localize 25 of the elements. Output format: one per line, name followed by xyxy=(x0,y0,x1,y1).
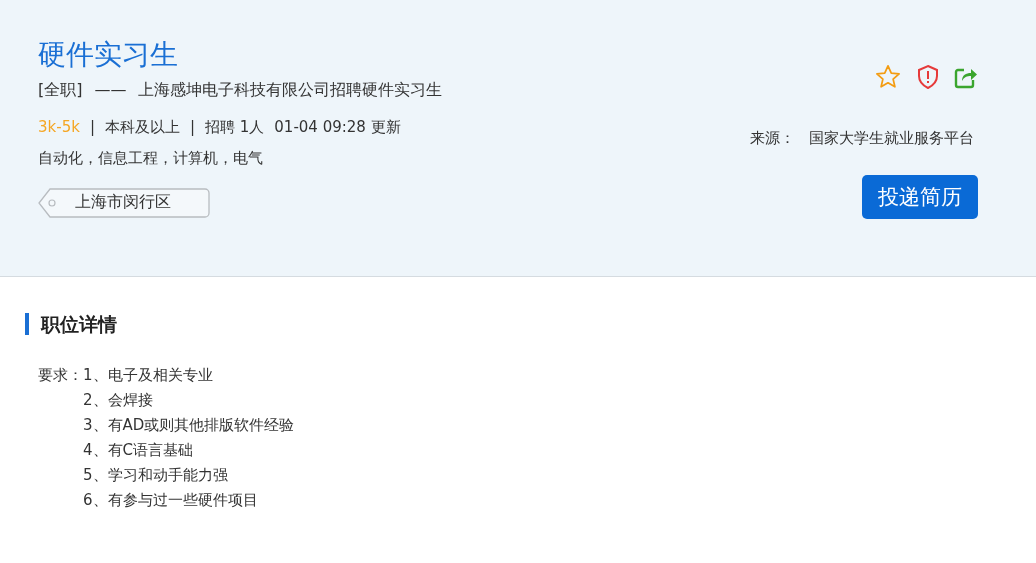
location-tag: 上海市闵行区 xyxy=(38,188,210,218)
job-info: 招聘 1人 xyxy=(205,118,265,137)
separator: | xyxy=(189,118,195,137)
requirement-item: 1、电子及相关专业 xyxy=(83,365,214,386)
salary: 3k-5k xyxy=(38,118,80,137)
source-label: 来源： xyxy=(750,129,795,148)
requirement-item: 6、有参与过一些硬件项目 xyxy=(83,490,259,511)
requirement-item: 4、有C语言基础 xyxy=(83,440,195,461)
job-type: [全职] xyxy=(38,80,83,101)
job-title: 硬件实习生 xyxy=(38,38,179,72)
requirements-label: 要求： xyxy=(38,365,83,386)
company-line: 上海感坤电子科技有限公司招聘硬件实习生 xyxy=(138,80,443,101)
majors: 自动化，信息工程，计算机，电气 xyxy=(38,149,264,168)
star-icon[interactable] xyxy=(874,63,902,91)
dash: —— xyxy=(94,80,127,101)
apply-button[interactable]: 投递简历 xyxy=(862,175,978,219)
job-info: 01-04 09:28 更新 xyxy=(274,118,401,137)
job-info: 本科及以上 xyxy=(104,118,180,137)
warning-shield-icon[interactable] xyxy=(916,64,940,90)
separator: | xyxy=(89,118,95,137)
requirement-item: 3、有AD或则其他排版软件经验 xyxy=(83,415,295,436)
requirement-item: 2、会焊接 xyxy=(83,390,154,411)
section-heading: 职位详情 xyxy=(25,313,1036,335)
source-name: 国家大学生就业服务平台 xyxy=(809,129,974,148)
requirement-item: 5、学习和动手能力强 xyxy=(83,465,229,486)
